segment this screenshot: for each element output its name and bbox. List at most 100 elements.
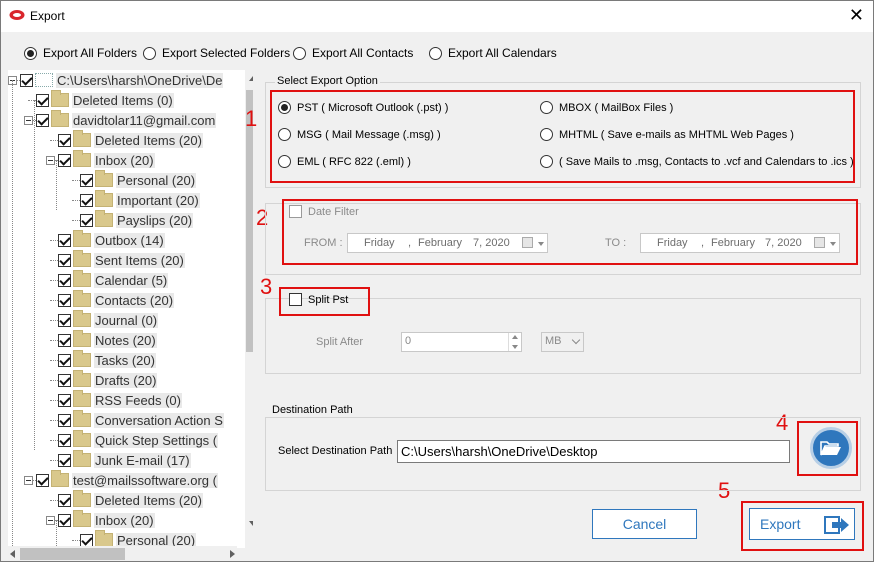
tree-item[interactable]: Quick Step Settings ( bbox=[58, 430, 219, 450]
date-filter-checkbox[interactable]: Date Filter bbox=[289, 205, 359, 218]
checkbox-icon[interactable] bbox=[58, 233, 71, 247]
checkbox-icon[interactable] bbox=[80, 213, 93, 227]
checkbox-icon[interactable] bbox=[58, 153, 71, 167]
collapse-icon[interactable] bbox=[24, 115, 33, 125]
to-date-picker[interactable]: Friday , February 7, 2020 bbox=[640, 233, 840, 253]
tree-item[interactable]: Journal (0) bbox=[58, 310, 159, 330]
tree-item[interactable]: Conversation Action S bbox=[58, 410, 224, 430]
checkbox-icon[interactable] bbox=[58, 373, 71, 387]
msg-option[interactable]: MSG ( Mail Message (.msg) ) bbox=[278, 128, 441, 141]
tree-item[interactable]: davidtolar11@gmail.com bbox=[24, 110, 217, 130]
mhtml-option[interactable]: MHTML ( Save e-mails as MHTML Web Pages … bbox=[540, 128, 794, 141]
checkbox-icon[interactable] bbox=[58, 293, 71, 307]
tree-item[interactable]: Deleted Items (20) bbox=[58, 130, 203, 150]
chevron-down-icon[interactable] bbox=[512, 345, 518, 349]
checkbox-icon[interactable] bbox=[80, 173, 93, 187]
chevron-down-icon[interactable] bbox=[830, 242, 836, 246]
checkbox-icon[interactable] bbox=[36, 473, 49, 487]
split-pst-checkbox[interactable]: Split Pst bbox=[289, 293, 348, 306]
checkbox-icon[interactable] bbox=[58, 133, 71, 147]
checkbox-icon[interactable] bbox=[80, 533, 93, 547]
checkbox-icon[interactable] bbox=[58, 493, 71, 507]
tree-item[interactable]: Inbox (20) bbox=[46, 150, 155, 170]
scroll-thumb[interactable] bbox=[20, 548, 125, 560]
from-date-picker[interactable]: Friday , February 7, 2020 bbox=[347, 233, 548, 253]
chevron-down-icon[interactable] bbox=[571, 335, 581, 345]
tree-item[interactable]: Deleted Items (0) bbox=[36, 90, 174, 110]
stepper-buttons[interactable] bbox=[508, 333, 521, 351]
folder-tree[interactable]: C:\Users\harsh\OneDrive\De Deleted Items … bbox=[8, 70, 253, 548]
tree-item[interactable]: test@mailssoftware.org ( bbox=[24, 470, 218, 490]
collapse-icon[interactable] bbox=[46, 155, 55, 165]
checkbox-icon[interactable] bbox=[58, 513, 71, 527]
radio-icon[interactable] bbox=[278, 101, 291, 114]
checkbox-icon[interactable] bbox=[58, 253, 71, 267]
cancel-button[interactable]: Cancel bbox=[592, 509, 697, 539]
radio-icon[interactable] bbox=[24, 46, 37, 60]
tree-item[interactable]: Payslips (20) bbox=[80, 210, 194, 230]
tree-item[interactable]: Deleted Items (20) bbox=[58, 490, 203, 510]
radio-icon[interactable] bbox=[278, 128, 291, 141]
split-size-stepper[interactable]: 0 bbox=[401, 332, 522, 352]
tree-item[interactable]: Important (20) bbox=[80, 190, 200, 210]
destination-path-input[interactable]: C:\Users\harsh\OneDrive\Desktop bbox=[397, 440, 790, 463]
chevron-up-icon[interactable] bbox=[512, 335, 518, 339]
checkbox-icon[interactable] bbox=[58, 393, 71, 407]
radio-icon[interactable] bbox=[143, 46, 156, 60]
calendar-icon[interactable] bbox=[814, 237, 825, 248]
checkbox-icon[interactable] bbox=[36, 113, 49, 127]
checkbox-icon[interactable] bbox=[58, 333, 71, 347]
browse-folder-button[interactable] bbox=[810, 427, 852, 469]
checkbox-icon[interactable] bbox=[58, 413, 71, 427]
pst-option[interactable]: PST ( Microsoft Outlook (.pst) ) bbox=[278, 101, 448, 114]
export-all-contacts-option[interactable]: Export All Contacts bbox=[293, 46, 413, 60]
radio-icon[interactable] bbox=[540, 155, 553, 168]
export-button[interactable]: Export bbox=[749, 508, 855, 540]
mbox-option[interactable]: MBOX ( MailBox Files ) bbox=[540, 101, 673, 114]
checkbox-icon[interactable] bbox=[58, 313, 71, 327]
tree-item[interactable]: Contacts (20) bbox=[58, 290, 175, 310]
tree-item[interactable]: Calendar (5) bbox=[58, 270, 169, 290]
tree-item[interactable]: Drafts (20) bbox=[58, 370, 158, 390]
radio-icon[interactable] bbox=[540, 128, 553, 141]
radio-icon[interactable] bbox=[540, 101, 553, 114]
eml-option[interactable]: EML ( RFC 822 (.eml) ) bbox=[278, 155, 411, 168]
export-all-folders-option[interactable]: Export All Folders bbox=[24, 46, 137, 60]
radio-icon[interactable] bbox=[429, 46, 442, 60]
tree-vertical-scrollbar[interactable] bbox=[245, 70, 253, 548]
radio-icon[interactable] bbox=[293, 46, 306, 60]
collapse-icon[interactable] bbox=[46, 515, 55, 525]
scroll-right-icon[interactable] bbox=[230, 550, 235, 558]
split-unit-select[interactable]: MB bbox=[541, 332, 584, 352]
tree-item[interactable]: Sent Items (20) bbox=[58, 250, 185, 270]
checkbox-icon[interactable] bbox=[58, 453, 71, 467]
tree-item[interactable]: Outbox (14) bbox=[58, 230, 165, 250]
tree-horizontal-scrollbar[interactable] bbox=[8, 546, 237, 562]
mixed-format-option[interactable]: ( Save Mails to .msg, Contacts to .vcf a… bbox=[540, 155, 854, 168]
checkbox-icon[interactable] bbox=[289, 205, 302, 218]
export-all-calendars-option[interactable]: Export All Calendars bbox=[429, 46, 557, 60]
export-selected-folders-option[interactable]: Export Selected Folders bbox=[143, 46, 290, 60]
checkbox-icon[interactable] bbox=[20, 73, 33, 87]
checkbox-icon[interactable] bbox=[289, 293, 302, 306]
scroll-left-icon[interactable] bbox=[10, 550, 15, 558]
checkbox-icon[interactable] bbox=[36, 93, 49, 107]
scroll-up-icon[interactable] bbox=[249, 76, 253, 81]
checkbox-icon[interactable] bbox=[58, 433, 71, 447]
tree-item[interactable]: Tasks (20) bbox=[58, 350, 156, 370]
tree-item[interactable]: Inbox (20) bbox=[46, 510, 155, 530]
calendar-icon[interactable] bbox=[522, 237, 533, 248]
checkbox-icon[interactable] bbox=[80, 193, 93, 207]
checkbox-icon[interactable] bbox=[58, 273, 71, 287]
tree-item[interactable]: Personal (20) bbox=[80, 170, 197, 190]
tree-item[interactable]: Junk E-mail (17) bbox=[58, 450, 191, 470]
radio-icon[interactable] bbox=[278, 155, 291, 168]
scroll-down-icon[interactable] bbox=[249, 521, 253, 526]
collapse-icon[interactable] bbox=[24, 475, 33, 485]
tree-item[interactable]: RSS Feeds (0) bbox=[58, 390, 182, 410]
close-icon[interactable]: ✕ bbox=[849, 6, 864, 24]
checkbox-icon[interactable] bbox=[58, 353, 71, 367]
tree-item[interactable]: C:\Users\harsh\OneDrive\De bbox=[8, 70, 224, 90]
tree-item[interactable]: Notes (20) bbox=[58, 330, 157, 350]
chevron-down-icon[interactable] bbox=[538, 242, 544, 246]
